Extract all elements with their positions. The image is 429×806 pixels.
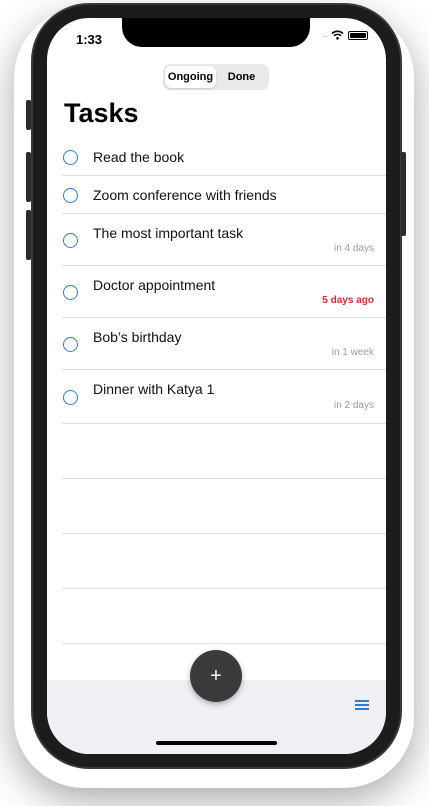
task-title: Doctor appointment xyxy=(93,277,216,293)
page-title: Tasks xyxy=(64,98,139,128)
notch xyxy=(122,18,310,47)
home-indicator xyxy=(156,741,277,745)
screen: 1:33 ..... Ongoing Done Tasks Read the b… xyxy=(47,18,386,754)
task-due: in 4 days xyxy=(333,243,374,254)
volume-down-button xyxy=(26,210,31,260)
empty-row xyxy=(62,589,386,644)
task-due: in 2 days xyxy=(333,400,374,411)
task-due: 5 days ago xyxy=(322,295,374,306)
tab-done[interactable]: Done xyxy=(216,66,267,88)
list-item[interactable]: Doctor appointment 5 days ago xyxy=(62,266,386,318)
circle-icon[interactable] xyxy=(63,337,78,352)
task-title: Read the book xyxy=(93,149,185,165)
task-title: Dinner with Katya 1 xyxy=(93,381,215,397)
mute-switch xyxy=(26,100,31,130)
list-item[interactable]: Read the book xyxy=(62,138,386,176)
empty-row xyxy=(62,534,386,589)
task-title: The most important task xyxy=(93,225,244,241)
circle-icon[interactable] xyxy=(63,188,78,203)
tab-ongoing[interactable]: Ongoing xyxy=(165,66,216,88)
list-item[interactable]: Dinner with Katya 1 in 2 days xyxy=(62,370,386,424)
segmented-control[interactable]: Ongoing Done xyxy=(163,64,269,90)
circle-icon[interactable] xyxy=(63,150,78,165)
circle-icon[interactable] xyxy=(63,390,78,405)
list-item[interactable]: Zoom conference with friends xyxy=(62,176,386,214)
list-item[interactable]: The most important task in 4 days xyxy=(62,214,386,266)
task-due: in 1 week xyxy=(331,347,374,358)
power-button xyxy=(401,152,406,236)
battery-icon xyxy=(348,30,368,40)
menu-icon[interactable] xyxy=(355,700,369,710)
add-task-button[interactable]: + xyxy=(190,650,242,702)
empty-row xyxy=(62,424,386,479)
circle-icon[interactable] xyxy=(63,233,78,248)
task-title: Zoom conference with friends xyxy=(93,187,277,203)
status-time: 1:33 xyxy=(76,32,103,47)
wifi-icon xyxy=(331,30,344,40)
signal-icon: ..... xyxy=(322,31,328,39)
status-icons: ..... xyxy=(322,30,368,40)
task-title: Bob’s birthday xyxy=(93,329,182,345)
circle-icon[interactable] xyxy=(63,285,78,300)
task-list: Read the book Zoom conference with frien… xyxy=(62,138,386,644)
empty-row xyxy=(62,479,386,534)
volume-up-button xyxy=(26,152,31,202)
list-item[interactable]: Bob’s birthday in 1 week xyxy=(62,318,386,370)
